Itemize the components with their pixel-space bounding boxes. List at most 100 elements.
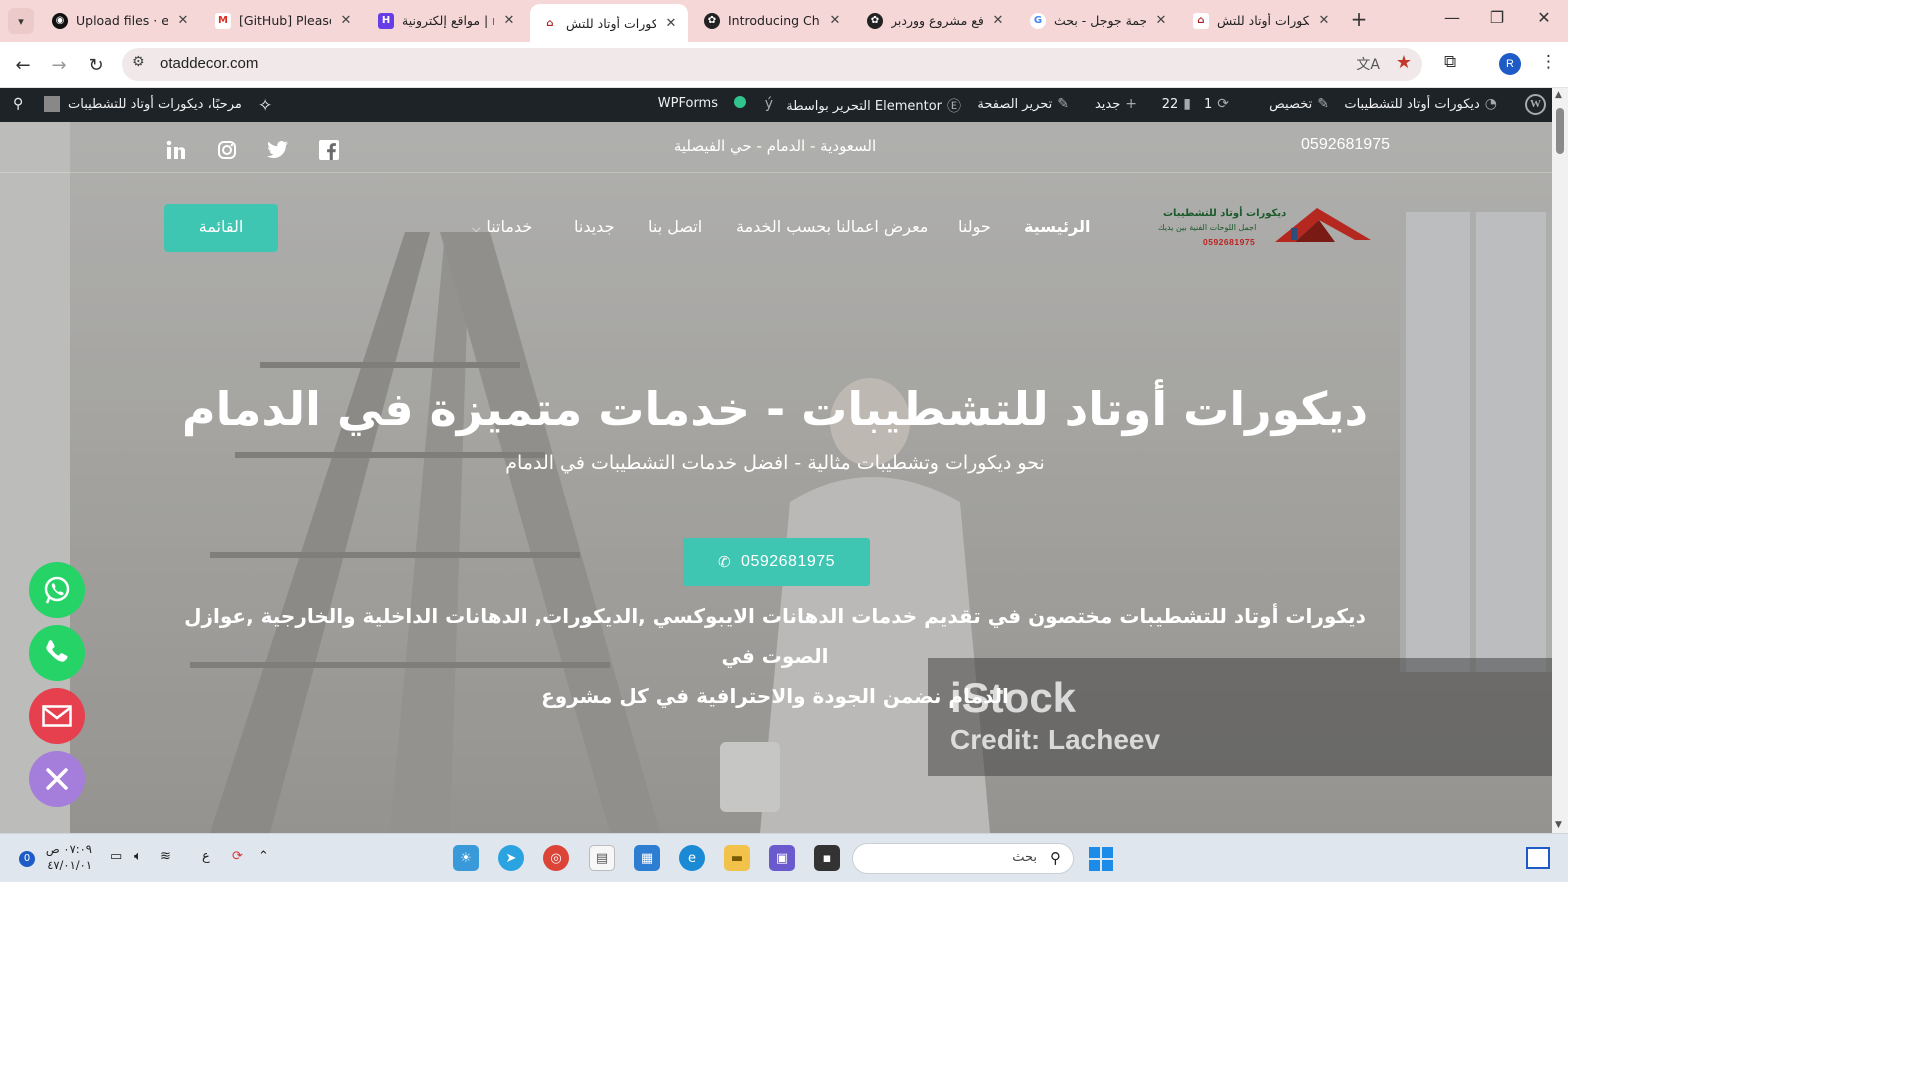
close-floating-button[interactable] xyxy=(29,751,85,807)
browser-tab-site-2[interactable]: ⌂ ديكورات أوتاد للتش ✕ xyxy=(1181,5,1341,36)
browser-tab-gmail[interactable]: M [GitHub] Please v ✕ xyxy=(203,5,363,36)
nav-services[interactable]: ⌵ خدماتنا xyxy=(472,217,532,236)
wp-updates[interactable]: 1 ⟳ xyxy=(1204,96,1234,112)
tab-close-icon[interactable]: ✕ xyxy=(1315,13,1333,28)
nav-new[interactable]: جديدنا xyxy=(574,217,614,236)
clock-date: ٤٧/٠١/٠١ xyxy=(47,858,92,872)
tab-close-icon[interactable]: ✕ xyxy=(826,13,844,28)
back-icon[interactable]: ← xyxy=(10,52,36,78)
google-icon: G xyxy=(1030,12,1046,29)
tab-close-icon[interactable]: ✕ xyxy=(989,13,1007,28)
taskbar-clock[interactable]: ٠٧:٠٩ ص ٤٧/٠١/٠١ xyxy=(40,841,92,873)
search-icon: ⚲ xyxy=(13,96,24,112)
url-text[interactable]: otaddecor.com xyxy=(160,55,258,72)
comment-icon: ▮ xyxy=(1183,96,1191,112)
browser-tab-github[interactable]: ◉ Upload files · eng ✕ xyxy=(40,5,200,36)
sync-icon[interactable]: ⟳ xyxy=(232,849,243,864)
wp-site-name[interactable]: ديكورات أوتاد للتشطيبات ◔ xyxy=(1344,96,1502,112)
wp-elementor-edit[interactable]: التحرير بواسطة Elementor Ⓔ xyxy=(786,96,966,116)
browser-tab-hostinger[interactable]: H مواقع إلكترونية | r ✕ xyxy=(366,5,526,36)
translate-icon[interactable]: 文A xyxy=(1356,54,1380,74)
browser-tab-google-translate[interactable]: G ترجمة جوجل - بحث ✕ xyxy=(1018,5,1178,36)
weather-icon[interactable]: ☀ xyxy=(453,845,479,871)
teams-icon[interactable]: ▣ xyxy=(769,845,795,871)
terminal-icon[interactable]: ▪ xyxy=(814,845,840,871)
scroll-up-icon[interactable]: ▲ xyxy=(1555,90,1562,100)
store-icon[interactable]: ▦ xyxy=(634,845,660,871)
tab-search-button[interactable]: ▾ xyxy=(8,8,34,34)
brush-icon: ✎ xyxy=(1317,96,1329,112)
top-phone-link[interactable]: 0592681975 xyxy=(1250,136,1390,154)
wp-edit-page[interactable]: تحرير الصفحة ✎ xyxy=(977,96,1074,112)
wp-seo-status[interactable] xyxy=(734,96,746,108)
site-logo[interactable]: ديكورات أوتاد للتشطيبات اجمل اللوحات الف… xyxy=(1155,200,1371,250)
wp-comments[interactable]: 22 ▮ xyxy=(1162,96,1196,112)
page-scrollbar[interactable]: ▲ ▼ xyxy=(1552,88,1568,833)
address-bar[interactable]: ⚙ otaddecor.com 文A ★ xyxy=(122,48,1422,81)
hero-title: ديكورات أوتاد للتشطيبات - خدمات متميزة ف… xyxy=(181,382,1369,436)
wp-wpforms[interactable]: WPForms xyxy=(658,96,718,111)
tab-close-icon[interactable]: ✕ xyxy=(1152,13,1170,28)
close-window-icon[interactable]: ✕ xyxy=(1532,8,1556,27)
linkedin-icon[interactable] xyxy=(164,138,188,162)
notification-badge[interactable]: 0 xyxy=(19,851,35,867)
wp-new[interactable]: جديد + xyxy=(1095,96,1142,112)
task-view-icon[interactable] xyxy=(1526,847,1550,869)
restore-icon[interactable]: ❐ xyxy=(1485,8,1509,27)
nav-home[interactable]: الرئيسية xyxy=(1024,217,1091,236)
tab-close-icon[interactable]: ✕ xyxy=(337,13,355,28)
minimize-icon[interactable]: — xyxy=(1440,8,1464,27)
instagram-icon[interactable] xyxy=(215,138,239,162)
browser-tab-active-site[interactable]: ⌂ ديكورات أوتاد للتش ✕ xyxy=(530,4,688,42)
new-tab-button[interactable]: + xyxy=(1348,9,1370,31)
wp-customize[interactable]: تخصيص ✎ xyxy=(1269,96,1334,112)
pencil-icon: ✎ xyxy=(1057,96,1069,112)
chrome-icon[interactable]: ◎ xyxy=(543,845,569,871)
wp-admin-bar: W ديكورات أوتاد للتشطيبات ◔ تخصيص ✎ 1 ⟳ … xyxy=(0,88,1552,122)
wordpress-icon[interactable]: W xyxy=(1525,94,1546,115)
notepad-icon[interactable]: ▤ xyxy=(589,845,615,871)
phone-call-button[interactable] xyxy=(29,625,85,681)
twitter-icon[interactable] xyxy=(266,138,290,162)
extensions-icon[interactable]: ⧉ xyxy=(1444,52,1456,72)
ai-sparkle[interactable]: ✧ xyxy=(253,96,277,116)
browser-menu-icon[interactable]: ⋮ xyxy=(1540,52,1557,72)
bookmark-star-icon[interactable]: ★ xyxy=(1396,52,1412,73)
edge-icon[interactable]: e xyxy=(679,845,705,871)
forward-icon[interactable]: → xyxy=(46,52,72,78)
nav-gallery[interactable]: معرض اعمالنا بحسب الخدمة xyxy=(736,217,928,236)
scroll-down-icon[interactable]: ▼ xyxy=(1555,820,1562,830)
greeting-label: مرحبًا، ديكورات أوتاد للتشطيبات xyxy=(68,96,242,112)
whatsapp-button[interactable] xyxy=(29,562,85,618)
tab-close-icon[interactable]: ✕ xyxy=(500,13,518,28)
browser-tab-chatgpt[interactable]: ✿ Introducing Chat ✕ xyxy=(692,5,852,36)
chevron-up-icon[interactable]: ⌃ xyxy=(258,849,269,864)
battery-icon[interactable]: ▭ xyxy=(110,849,122,864)
file-explorer-icon[interactable]: ▬ xyxy=(724,845,750,871)
tab-close-icon[interactable]: ✕ xyxy=(174,13,192,28)
nav-about[interactable]: حولنا xyxy=(958,217,991,236)
profile-avatar[interactable]: R xyxy=(1499,53,1521,75)
browser-toolbar: ← → ↻ ⚙ otaddecor.com 文A ★ ⧉ R ⋮ xyxy=(0,42,1568,88)
taskbar-search[interactable]: بحث ⚲ xyxy=(852,843,1074,874)
wp-search[interactable]: ⚲ xyxy=(8,96,28,112)
scrollbar-thumb[interactable] xyxy=(1556,108,1564,154)
wifi-icon[interactable]: ≋ xyxy=(160,849,171,864)
hostinger-icon: H xyxy=(378,12,394,29)
call-now-button[interactable]: ✆ 0592681975 xyxy=(683,538,870,586)
yoast-seo[interactable]: ý xyxy=(760,96,778,112)
menu-button[interactable]: القائمة xyxy=(164,204,278,252)
reload-icon[interactable]: ↻ xyxy=(83,52,109,78)
site-info-icon[interactable]: ⚙ xyxy=(132,54,145,70)
wp-account[interactable]: مرحبًا، ديكورات أوتاد للتشطيبات xyxy=(38,96,242,112)
language-indicator[interactable]: ع xyxy=(202,849,210,864)
browser-tab-chatgpt-2[interactable]: ✿ رفع مشروع ووردبر ✕ xyxy=(855,5,1015,36)
telegram-icon[interactable]: ➤ xyxy=(498,845,524,871)
dashboard-icon: ◔ xyxy=(1484,96,1497,112)
windows-start-icon[interactable] xyxy=(1089,847,1113,871)
facebook-icon[interactable] xyxy=(317,138,341,162)
nav-contact[interactable]: اتصل بنا xyxy=(648,217,702,236)
tab-close-icon[interactable]: ✕ xyxy=(662,16,680,31)
email-button[interactable] xyxy=(29,688,85,744)
volume-icon[interactable]: 🔈︎ xyxy=(134,849,142,864)
